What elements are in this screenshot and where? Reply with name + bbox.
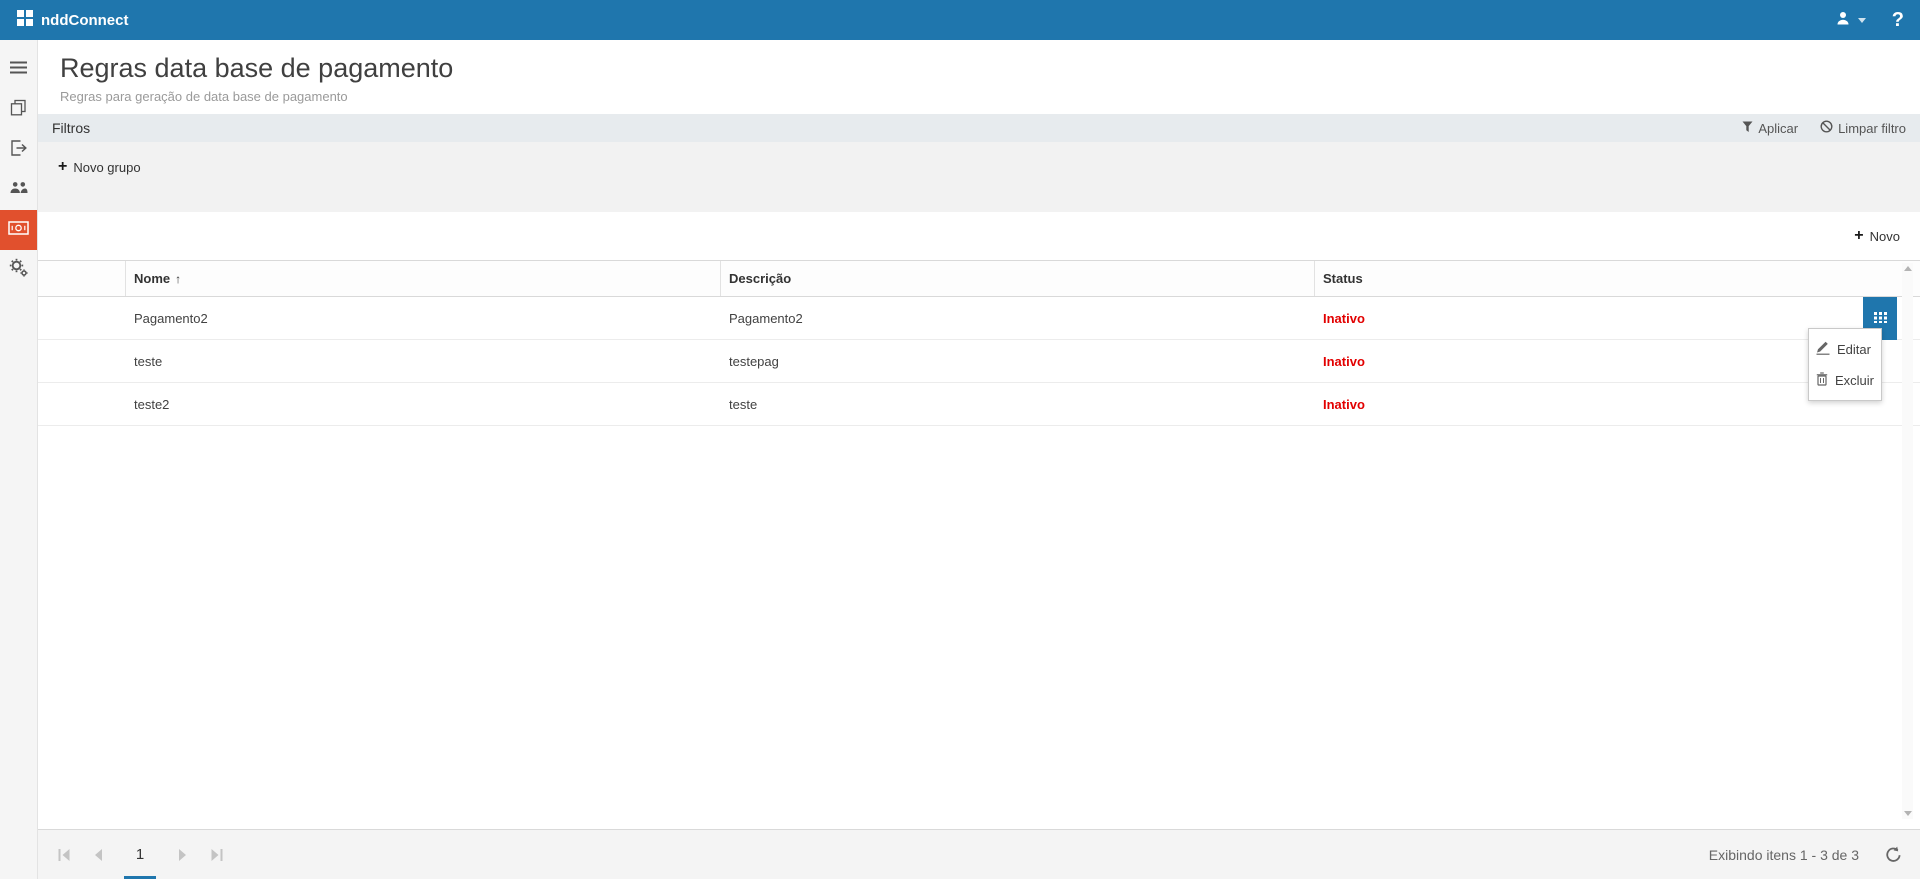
cell-nome: teste [126, 354, 721, 369]
user-menu-button[interactable] [1835, 10, 1866, 31]
sidebar [0, 40, 38, 879]
table-row[interactable]: teste testepag Inativo [38, 340, 1920, 383]
page-subtitle: Regras para geração de data base de paga… [60, 89, 1920, 104]
column-label-status: Status [1323, 271, 1363, 286]
cell-descricao: testepag [721, 354, 1315, 369]
pager-prev-button[interactable] [90, 849, 106, 861]
clear-filter-button[interactable]: Limpar filtro [1820, 120, 1906, 136]
sidebar-item-settings[interactable] [0, 250, 37, 290]
help-button[interactable]: ? [1892, 10, 1904, 30]
copy-icon [10, 99, 27, 121]
chevron-down-icon [1858, 18, 1866, 23]
cell-nome: Pagamento2 [126, 311, 721, 326]
new-group-label: Novo grupo [73, 160, 140, 175]
page-header: Regras data base de pagamento Regras par… [38, 40, 1920, 114]
sort-asc-icon: ↑ [175, 272, 181, 286]
filters-header-bar: Filtros Aplicar Limpar filtro [38, 114, 1920, 142]
plus-icon: + [1854, 228, 1863, 244]
user-icon [1835, 10, 1851, 31]
scroll-up-icon[interactable] [1904, 266, 1912, 271]
funnel-icon [1742, 121, 1753, 136]
pager-page-button[interactable]: 1 [124, 830, 156, 879]
vertical-scrollbar[interactable] [1902, 263, 1913, 819]
filters-body: + Novo grupo [38, 142, 1920, 212]
status-badge: Inativo [1323, 311, 1365, 326]
page-title: Regras data base de pagamento [60, 53, 1920, 84]
new-record-label: Novo [1870, 229, 1900, 244]
plus-icon: + [58, 159, 67, 175]
apply-filter-button[interactable]: Aplicar [1742, 120, 1798, 136]
menu-item-excluir-label: Excluir [1835, 373, 1874, 388]
cell-nome: teste2 [126, 397, 721, 412]
column-header-actions [38, 261, 126, 296]
topbar: nddConnect ? [0, 0, 1920, 40]
ndd-logo-icon [16, 9, 34, 32]
users-icon [10, 181, 28, 199]
pager-next-button[interactable] [174, 849, 190, 861]
row-context-menu: Editar Excluir [1808, 328, 1882, 401]
grid-toolbar: + Novo [38, 212, 1920, 260]
sidebar-item-documents[interactable] [0, 90, 37, 130]
refresh-button[interactable] [1885, 846, 1902, 863]
cell-descricao: Pagamento2 [721, 311, 1315, 326]
edit-icon [1816, 340, 1830, 358]
trash-icon [1816, 372, 1828, 389]
status-badge: Inativo [1323, 354, 1365, 369]
menu-item-excluir[interactable]: Excluir [1811, 365, 1879, 396]
banknote-icon [8, 221, 29, 240]
clear-filter-label: Limpar filtro [1838, 121, 1906, 136]
gears-icon [9, 258, 28, 282]
hamburger-icon [10, 61, 27, 79]
column-header-nome[interactable]: Nome ↑ [126, 261, 721, 296]
brand-logo[interactable]: nddConnect [16, 9, 129, 32]
sidebar-item-payment-rules[interactable] [0, 210, 37, 250]
pager-last-button[interactable] [208, 849, 224, 861]
apply-filter-label: Aplicar [1758, 121, 1798, 136]
sidebar-item-users[interactable] [0, 170, 37, 210]
menu-item-editar-label: Editar [1837, 342, 1871, 357]
ban-icon [1820, 120, 1833, 136]
grid-columns-icon [1874, 311, 1887, 326]
cell-descricao: teste [721, 397, 1315, 412]
main-content: Regras data base de pagamento Regras par… [38, 40, 1920, 879]
menu-item-editar[interactable]: Editar [1811, 333, 1879, 365]
pager-first-button[interactable] [56, 849, 72, 861]
filters-title: Filtros [52, 120, 90, 136]
pagination-bar: 1 Exibindo itens 1 - 3 de 3 [38, 829, 1920, 879]
sidebar-item-menu-toggle[interactable] [0, 50, 37, 90]
exit-icon [10, 140, 27, 161]
scroll-down-icon[interactable] [1904, 811, 1912, 816]
grid-header-row: Nome ↑ Descrição Status [38, 261, 1920, 297]
column-label-nome: Nome [134, 271, 170, 286]
new-group-button[interactable]: + Novo grupo [58, 159, 141, 175]
status-badge: Inativo [1323, 397, 1365, 412]
pager-info: Exibindo itens 1 - 3 de 3 [1709, 847, 1859, 863]
column-header-descricao[interactable]: Descrição [721, 261, 1315, 296]
brand-name: nddConnect [41, 12, 129, 29]
data-grid: Nome ↑ Descrição Status Pagamento2 Pagam… [38, 260, 1920, 829]
column-label-descricao: Descrição [729, 271, 791, 286]
table-row[interactable]: teste2 teste Inativo [38, 383, 1920, 426]
table-row[interactable]: Pagamento2 Pagamento2 Inativo [38, 297, 1920, 340]
new-record-button[interactable]: + Novo [1854, 228, 1900, 244]
sidebar-item-export[interactable] [0, 130, 37, 170]
column-header-status[interactable]: Status [1315, 261, 1920, 296]
